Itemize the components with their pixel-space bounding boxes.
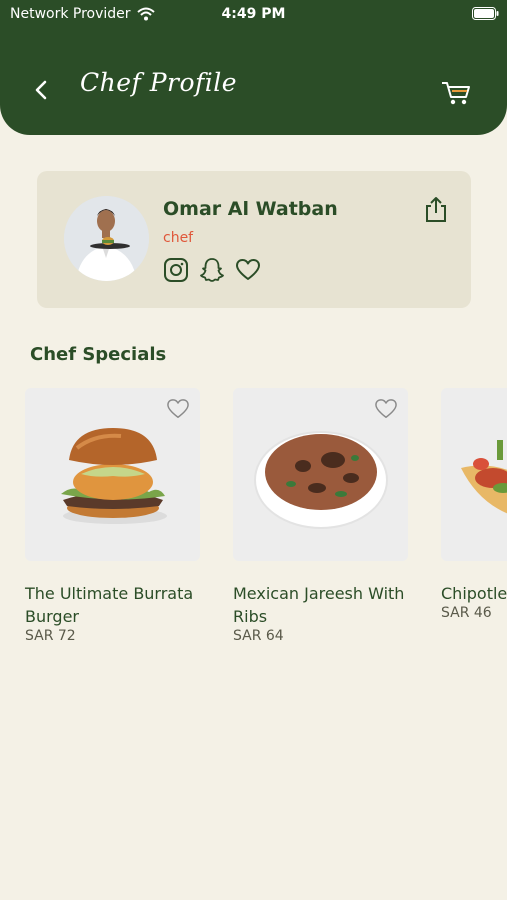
chef-profile-card: Omar Al Watban chef — [37, 171, 471, 308]
dish-image-taco — [441, 388, 507, 561]
dish-price: SAR 72 — [25, 628, 76, 644]
back-icon[interactable] — [28, 76, 56, 104]
dish-name: The Ultimate Burrata Burger — [25, 584, 194, 626]
cart-icon[interactable] — [440, 77, 472, 107]
dish-price: SAR 64 — [233, 628, 284, 644]
dish-name: Mexican Jareesh With Ribs — [233, 584, 405, 626]
dish-card[interactable]: Mexican Jareesh With Ribs SAR 64 — [233, 388, 408, 644]
chef-photo — [64, 196, 149, 281]
instagram-icon[interactable] — [163, 257, 189, 283]
dish-image-jareesh — [233, 388, 408, 561]
heart-icon[interactable] — [235, 257, 261, 283]
section-title-specials: Chef Specials — [30, 344, 167, 365]
status-bar: Network Provider 4:49 PM — [0, 4, 507, 24]
page-title: Chef Profile — [80, 68, 238, 97]
header: Network Provider 4:49 PM Chef Profile — [0, 0, 507, 135]
battery-icon — [472, 7, 499, 20]
dish-card[interactable]: Chipotle Taco SAR 46 — [441, 388, 507, 621]
dish-image-burger — [25, 388, 200, 561]
share-icon[interactable] — [423, 195, 449, 223]
status-time: 4:49 PM — [221, 6, 286, 22]
snapchat-icon[interactable] — [199, 257, 225, 283]
favorite-icon[interactable] — [374, 398, 398, 420]
favorite-icon[interactable] — [166, 398, 190, 420]
dish-price: SAR 46 — [441, 605, 492, 621]
chef-avatar — [64, 196, 149, 281]
chef-name: Omar Al Watban — [163, 198, 338, 220]
dish-name: Chipotle Taco — [441, 584, 507, 603]
dish-card[interactable]: The Ultimate Burrata Burger SAR 72 — [25, 388, 200, 644]
chef-role: chef — [163, 230, 194, 246]
